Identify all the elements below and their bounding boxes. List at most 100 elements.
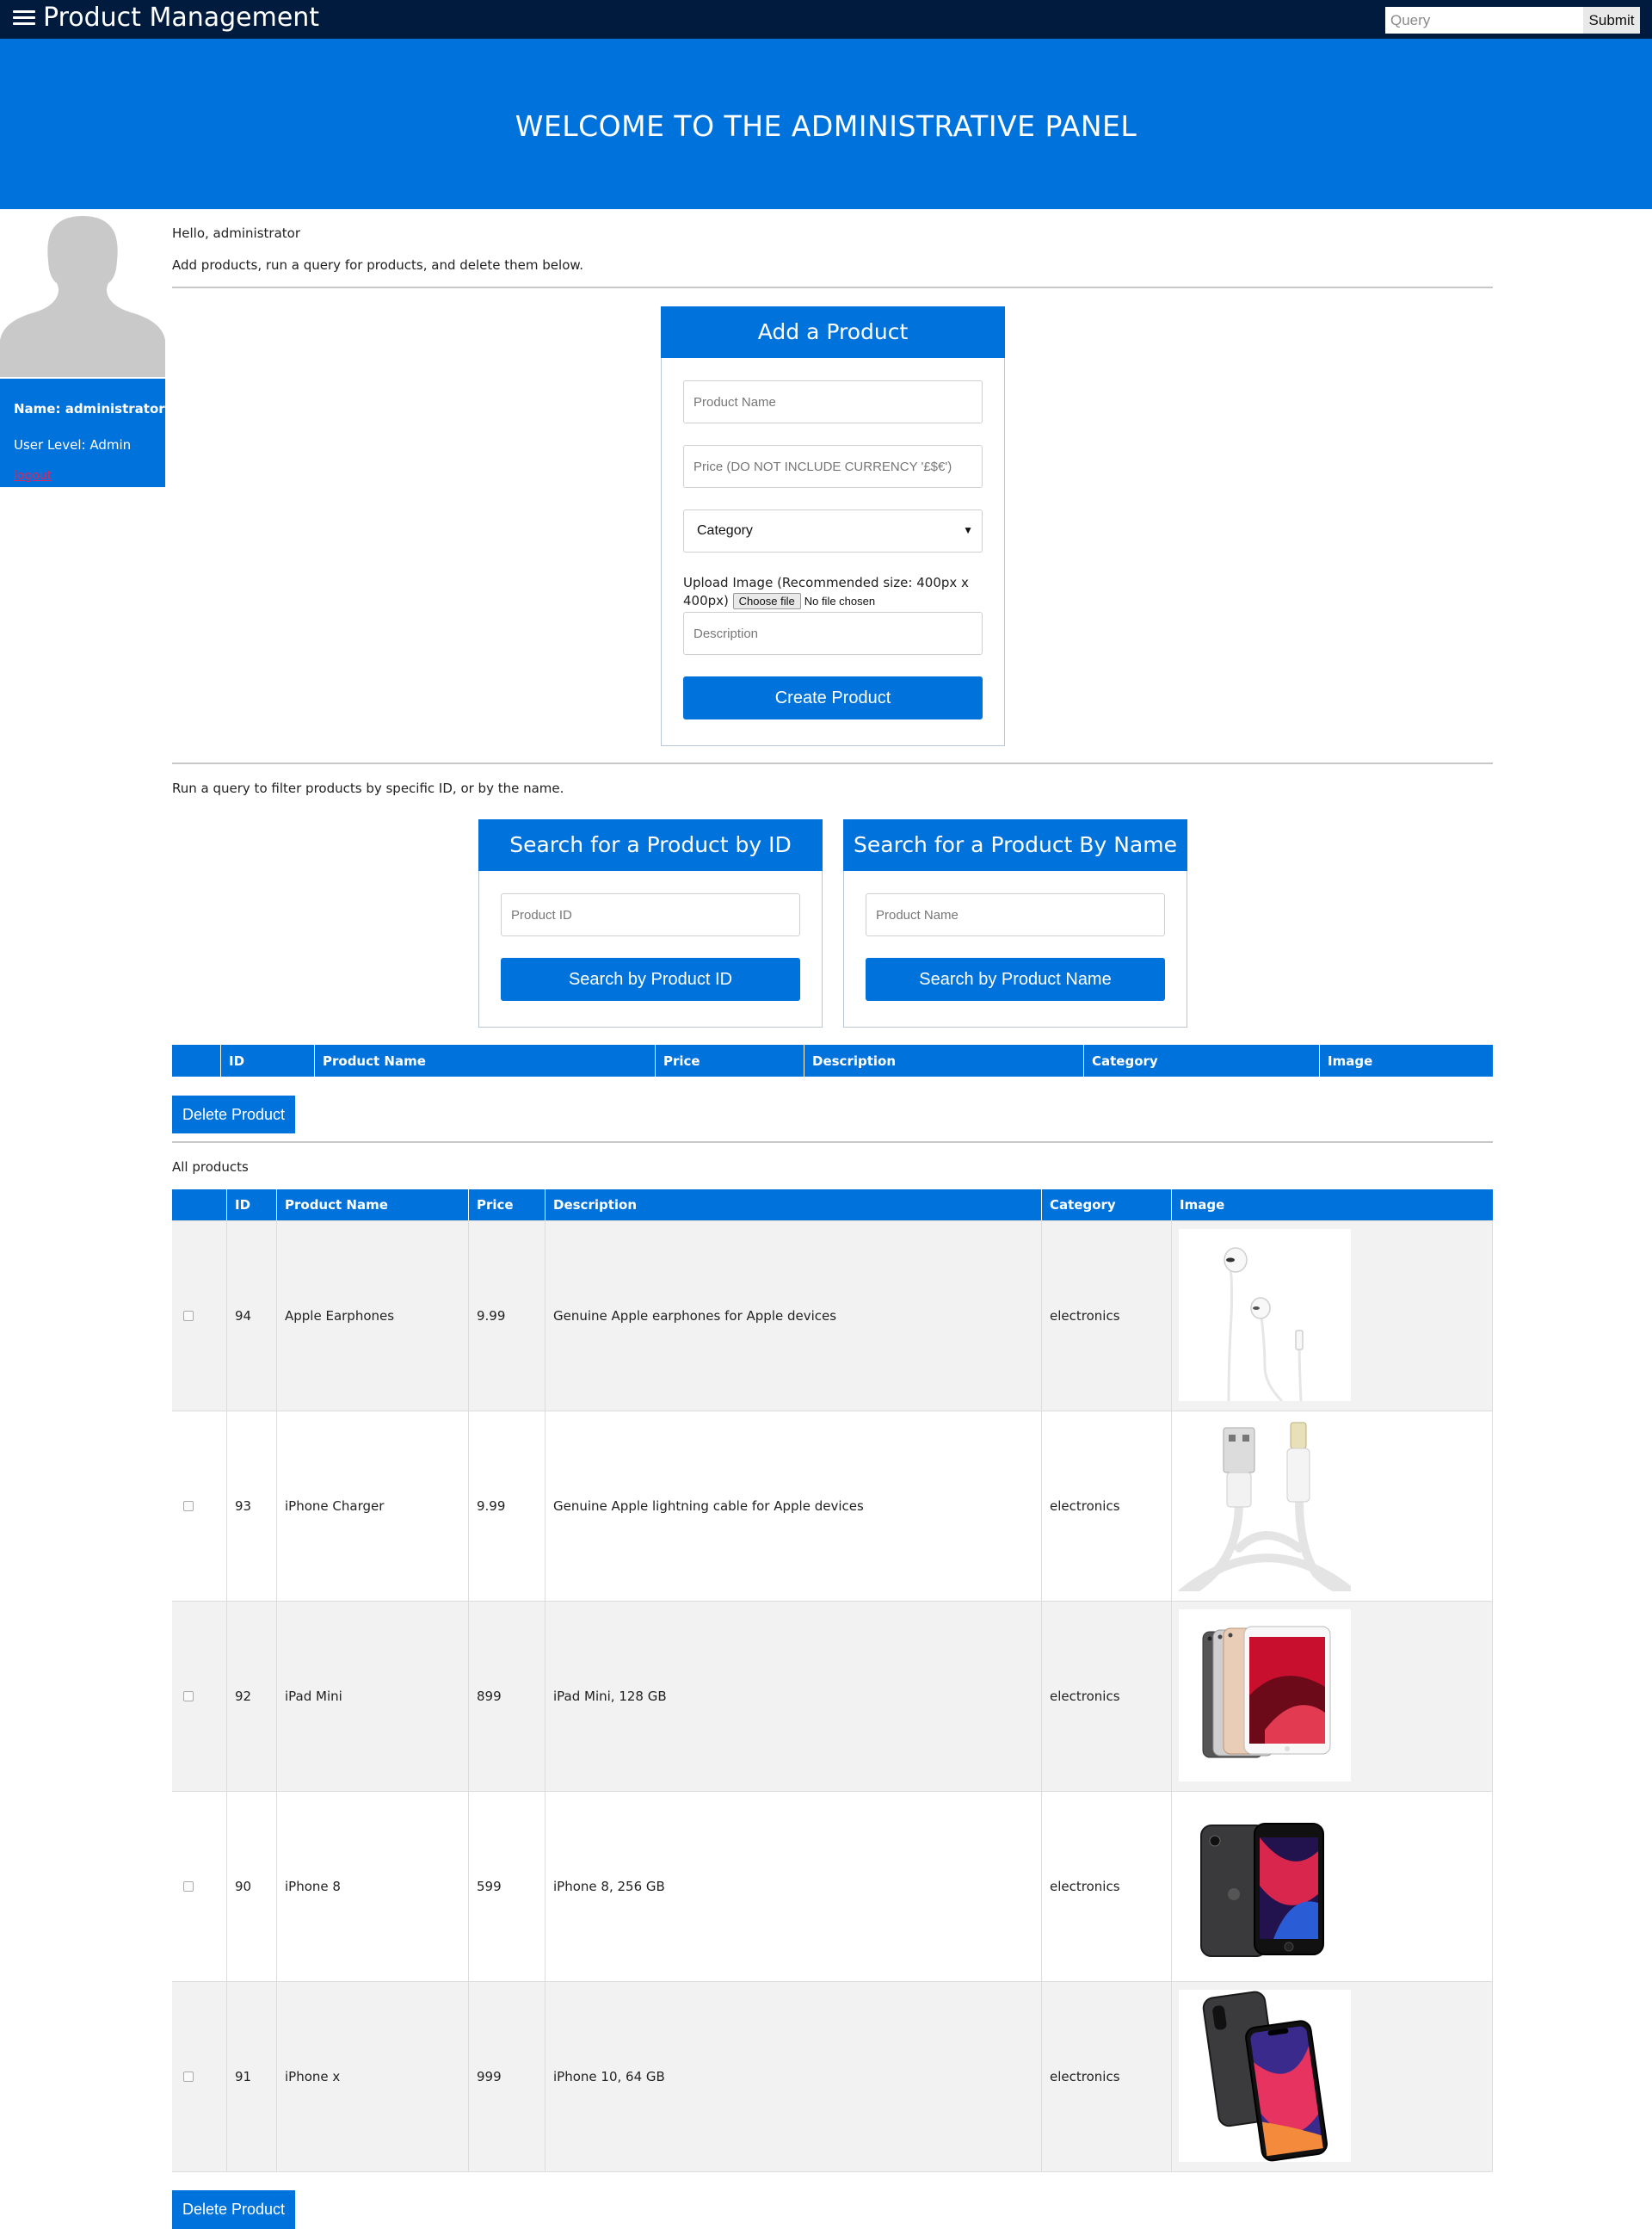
price-cell: 899	[468, 1602, 545, 1791]
add-product-title: Add a Product	[661, 306, 1005, 358]
column-header: Product Name	[314, 1045, 655, 1077]
name-cell: iPhone 8	[276, 1792, 468, 1981]
price-cell: 9.99	[468, 1411, 545, 1601]
name-cell: iPhone Charger	[276, 1411, 468, 1601]
row-select-cell	[172, 1792, 226, 1981]
banner-heading: WELCOME TO THE ADMINISTRATIVE PANEL	[515, 109, 1137, 143]
earphones-image	[1179, 1229, 1351, 1403]
delete-product-button[interactable]: Delete Product	[172, 2190, 295, 2229]
hamburger-icon[interactable]	[13, 8, 35, 28]
select-column-header	[172, 1045, 220, 1077]
row-select-cell	[172, 1411, 226, 1601]
choose-file-button[interactable]: Choose file	[732, 593, 801, 609]
products-table-header: ID Product Name Price Description Catego…	[172, 1189, 1493, 1220]
row-checkbox[interactable]	[183, 1501, 194, 1511]
image-cell	[1171, 1411, 1493, 1601]
iphone-x-image	[1179, 1990, 1351, 2162]
search-by-name-panel: Search for a Product By Name Search by P…	[843, 819, 1187, 1028]
id-cell: 90	[226, 1792, 276, 1981]
column-header: Product Name	[276, 1189, 468, 1220]
search-by-id-title: Search for a Product by ID	[478, 819, 823, 871]
id-cell: 93	[226, 1411, 276, 1601]
image-cell	[1171, 1982, 1493, 2171]
description-cell: iPhone 8, 256 GB	[545, 1792, 1041, 1981]
id-cell: 94	[226, 1221, 276, 1411]
product-name-field[interactable]	[683, 380, 983, 423]
description-cell: Genuine Apple earphones for Apple device…	[545, 1221, 1041, 1411]
top-navbar: Product Management Submit	[0, 0, 1652, 39]
row-checkbox[interactable]	[183, 1881, 194, 1892]
column-header: Price	[468, 1189, 545, 1220]
table-border	[172, 2171, 1493, 2172]
ipad-mini-image	[1179, 1609, 1351, 1781]
table-border	[1492, 1220, 1493, 2172]
search-by-id-panel: Search for a Product by ID Search by Pro…	[478, 819, 823, 1028]
file-status-text: No file chosen	[804, 595, 876, 608]
profile-card: Name: administrator User Level: Admin lo…	[0, 379, 165, 487]
search-by-name-button[interactable]: Search by Product Name	[866, 958, 1165, 1001]
query-results-header: ID Product Name Price Description Catego…	[172, 1045, 1493, 1077]
row-select-cell	[172, 1602, 226, 1791]
logout-link[interactable]: logout	[14, 469, 52, 483]
name-cell: iPhone x	[276, 1982, 468, 2171]
search-by-name-title: Search for a Product By Name	[843, 819, 1187, 871]
app-title: Product Management	[43, 3, 320, 33]
table-row: 92 iPad Mini 899 iPad Mini, 128 GB elect…	[172, 1601, 1493, 1791]
table-row: 93 iPhone Charger 9.99 Genuine Apple lig…	[172, 1411, 1493, 1601]
description-field[interactable]	[683, 612, 983, 655]
description-cell: iPhone 10, 64 GB	[545, 1982, 1041, 2171]
row-checkbox[interactable]	[183, 2072, 194, 2082]
row-select-cell	[172, 1221, 226, 1411]
iphone-8-image	[1179, 1800, 1351, 1972]
delete-product-button[interactable]: Delete Product	[172, 1096, 295, 1133]
price-cell: 999	[468, 1982, 545, 2171]
select-column-header	[172, 1189, 226, 1220]
category-cell: electronics	[1041, 1411, 1171, 1601]
column-header: Image	[1319, 1045, 1493, 1077]
upload-image-group: Upload Image (Recommended size: 400px x …	[683, 574, 984, 610]
image-cell	[1171, 1792, 1493, 1981]
product-id-field[interactable]	[501, 893, 800, 936]
divider	[172, 1141, 1493, 1143]
name-cell: iPad Mini	[276, 1602, 468, 1791]
category-select[interactable]: Category ▼	[683, 509, 983, 553]
description-cell: iPad Mini, 128 GB	[545, 1602, 1041, 1791]
query-intro-text: Run a query to filter products by specif…	[172, 781, 564, 796]
column-header: Category	[1083, 1045, 1319, 1077]
table-row: 90 iPhone 8 599 iPhone 8, 256 GB electro…	[172, 1791, 1493, 1981]
product-name-search-field[interactable]	[866, 893, 1165, 936]
profile-level: User Level: Admin	[14, 437, 132, 453]
price-cell: 599	[468, 1792, 545, 1981]
welcome-banner: WELCOME TO THE ADMINISTRATIVE PANEL	[0, 39, 1652, 209]
column-header: ID	[226, 1189, 276, 1220]
divider	[172, 763, 1493, 764]
price-field[interactable]	[683, 445, 983, 488]
query-input[interactable]	[1385, 7, 1583, 34]
column-header: Price	[655, 1045, 804, 1077]
divider	[172, 287, 1493, 288]
create-product-button[interactable]: Create Product	[683, 676, 983, 719]
search-by-id-button[interactable]: Search by Product ID	[501, 958, 800, 1001]
id-cell: 92	[226, 1602, 276, 1791]
description-cell: Genuine Apple lightning cable for Apple …	[545, 1411, 1041, 1601]
image-cell	[1171, 1602, 1493, 1791]
table-row: 91 iPhone x 999 iPhone 10, 64 GB electro…	[172, 1981, 1493, 2171]
id-cell: 91	[226, 1982, 276, 2171]
row-checkbox[interactable]	[183, 1311, 194, 1321]
greeting-text: Hello, administrator	[172, 225, 301, 241]
instructions-text: Add products, run a query for products, …	[172, 257, 584, 273]
price-cell: 9.99	[468, 1221, 545, 1411]
category-cell: electronics	[1041, 1792, 1171, 1981]
add-product-panel: Add a Product Category ▼ Upload Image (R…	[661, 306, 1005, 746]
column-header: ID	[220, 1045, 314, 1077]
query-submit-button[interactable]: Submit	[1583, 7, 1640, 34]
category-cell: electronics	[1041, 1982, 1171, 2171]
caret-down-icon: ▼	[963, 524, 973, 536]
column-header: Description	[545, 1189, 1041, 1220]
name-cell: Apple Earphones	[276, 1221, 468, 1411]
row-checkbox[interactable]	[183, 1691, 194, 1701]
user-silhouette-icon	[0, 211, 165, 377]
category-select-value: Category	[697, 523, 753, 538]
all-products-label: All products	[172, 1159, 249, 1175]
table-row: 94 Apple Earphones 9.99 Genuine Apple ea…	[172, 1220, 1493, 1411]
